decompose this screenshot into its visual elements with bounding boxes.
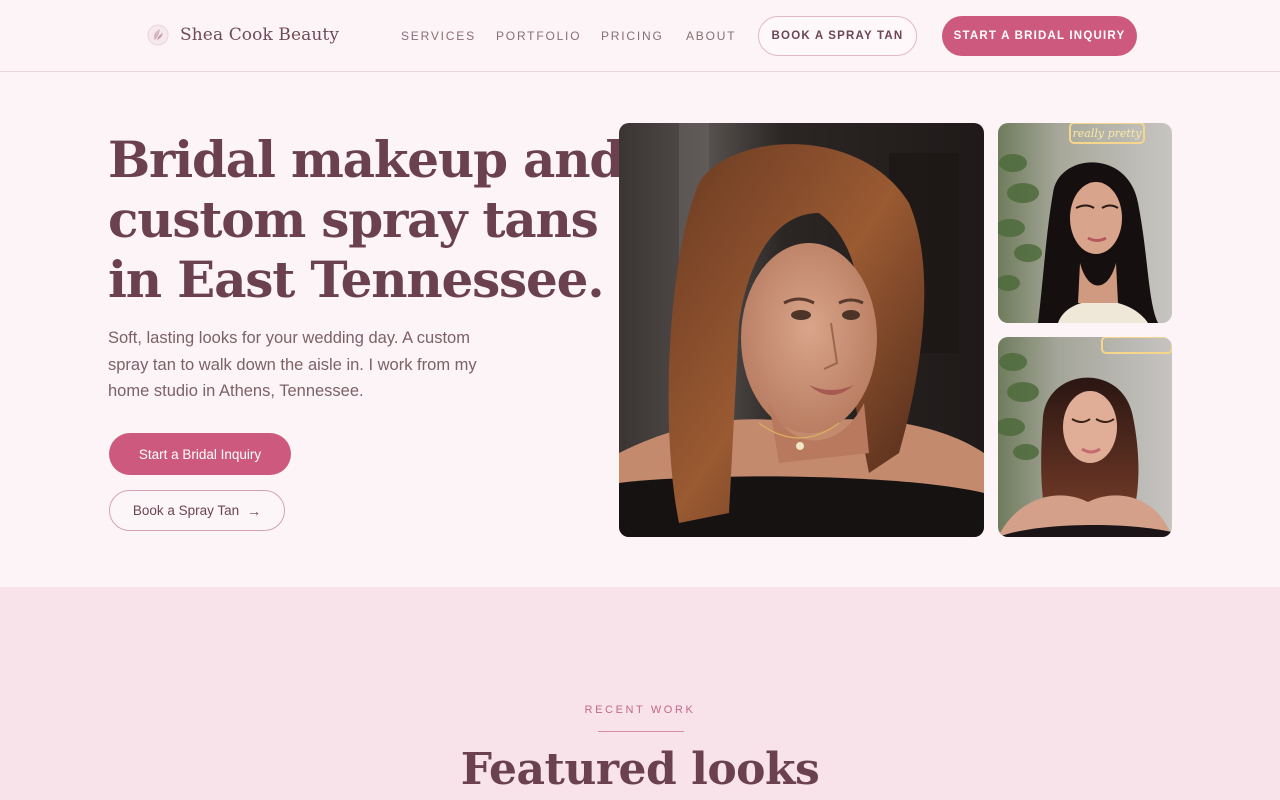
neon-sign-text: really pretty [1073, 127, 1143, 140]
site-header: Shea Cook Beauty SERVICES PORTFOLIO PRIC… [0, 0, 1280, 72]
hero-title-line: Bridal makeup and [108, 130, 624, 189]
brand-logo[interactable]: Shea Cook Beauty [147, 24, 339, 46]
portfolio-photo-top: really pretty [998, 123, 1172, 323]
hero-spray-tan-button[interactable]: Book a Spray Tan → [109, 490, 285, 531]
recent-work-section: RECENT WORK Featured looks [0, 587, 1280, 800]
hero-bridal-inquiry-button[interactable]: Start a Bridal Inquiry [109, 433, 291, 475]
book-spray-tan-button[interactable]: BOOK A SPRAY TAN [758, 16, 917, 56]
section-title: Featured looks [460, 744, 820, 795]
portfolio-photo-main [619, 123, 984, 537]
nav-about[interactable]: ABOUT [686, 29, 736, 43]
brand-name: Shea Cook Beauty [180, 25, 340, 45]
hero-title-line: custom spray tans [108, 190, 599, 249]
nav-pricing[interactable]: PRICING [601, 29, 664, 43]
nav-services[interactable]: SERVICES [401, 29, 476, 43]
eyebrow-divider [598, 731, 684, 732]
hero-title: Bridal makeup and custom spray tans in E… [108, 130, 624, 310]
portfolio-photo-bottom [998, 337, 1172, 537]
hero-spray-tan-label: Book a Spray Tan [132, 503, 240, 518]
arrow-right-icon: → [247, 502, 262, 519]
section-eyebrow: RECENT WORK [584, 704, 696, 716]
hero-subtitle: Soft, lasting looks for your wedding day… [108, 329, 477, 400]
nav-portfolio[interactable]: PORTFOLIO [496, 29, 581, 43]
hero-title-line: in East Tennessee. [108, 250, 605, 309]
flower-icon [147, 24, 169, 46]
bridal-inquiry-button[interactable]: START A BRIDAL INQUIRY [942, 16, 1137, 56]
